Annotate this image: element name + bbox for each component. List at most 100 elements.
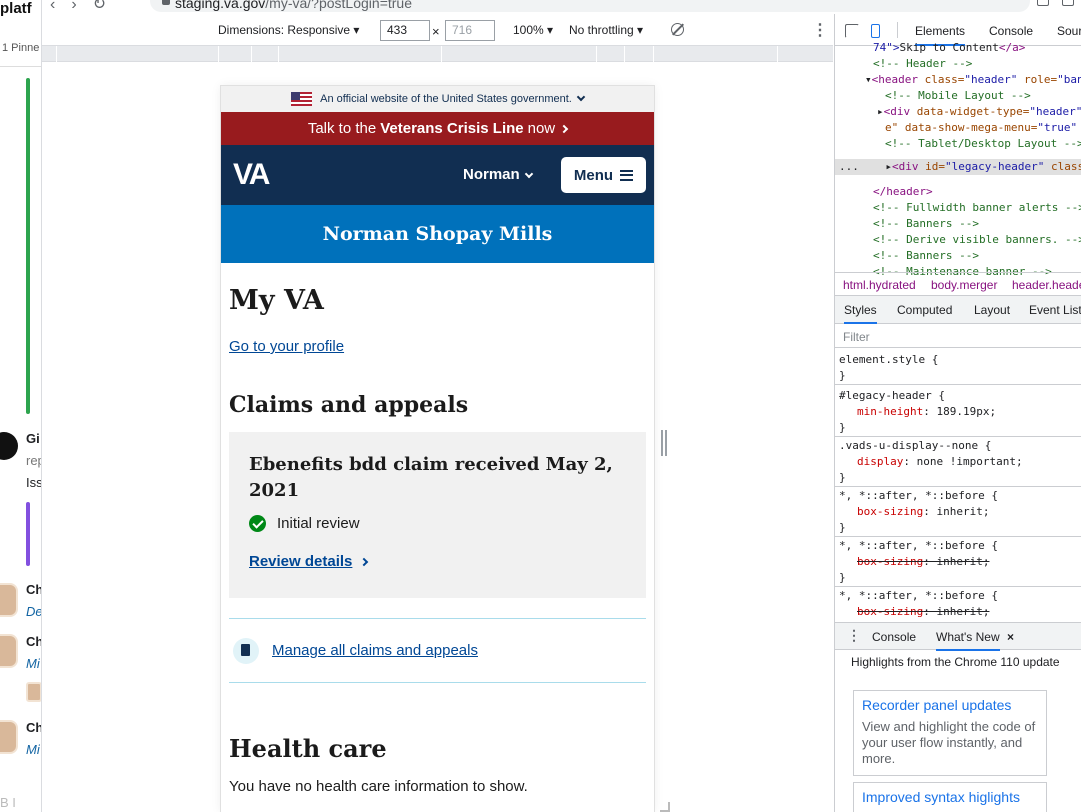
dom-comment[interactable]: <!-- Mobile Layout --> <box>885 88 1031 104</box>
va-logo[interactable]: VA <box>233 158 270 192</box>
dom-line[interactable]: ▾<header class="header" role="ban <box>865 72 1081 88</box>
crisis-text-pre: Talk to the <box>307 120 377 137</box>
chevron-right-icon <box>360 557 369 566</box>
dom-comment[interactable]: <!-- Header --> <box>873 56 972 72</box>
breadcrumb-item[interactable]: html.hydrated <box>843 278 916 292</box>
health-care-heading: Health care <box>229 734 387 763</box>
format-toolbar[interactable]: B I <box>0 795 16 810</box>
list-item-title[interactable]: Gi <box>26 431 40 446</box>
devtools-panel: Elements Console Sour 74">Skip to Conten… <box>834 14 1081 812</box>
official-gov-banner[interactable]: An official website of the United States… <box>221 86 654 112</box>
card-title[interactable]: Improved syntax higlights <box>862 789 1038 805</box>
tab-computed[interactable]: Computed <box>897 303 952 317</box>
dom-line-selected[interactable]: ... ▸<div id="legacy-header" class= <box>839 159 1081 175</box>
message-author[interactable]: Ch <box>26 582 41 597</box>
emulated-page: An official website of the United States… <box>221 86 654 812</box>
avatar[interactable] <box>0 634 18 668</box>
height-input[interactable]: 716 <box>445 20 495 41</box>
url-text[interactable]: staging.va.gov/my-va/?postLogin=true <box>175 0 412 11</box>
dom-comment[interactable]: <!-- Banners --> <box>873 216 979 232</box>
tab-event-listeners[interactable]: Event List <box>1029 303 1081 317</box>
device-toggle-icon[interactable] <box>871 24 880 38</box>
share-icon[interactable] <box>1037 0 1049 6</box>
window-icon[interactable] <box>1062 0 1074 6</box>
message-snippet[interactable]: De <box>26 604 41 619</box>
css-declaration-overridden[interactable]: box-sizing: inherit; <box>857 604 989 620</box>
claim-card: Ebenefits bdd claim received May 2, 2021… <box>229 432 646 598</box>
css-declaration[interactable]: display: none !important; <box>857 454 1023 470</box>
profile-link[interactable]: Go to your profile <box>229 338 646 355</box>
message-author[interactable]: Ch <box>26 634 41 649</box>
crisis-line-banner[interactable]: Talk to the Veterans Crisis Line now <box>221 112 654 145</box>
breadcrumb-item[interactable]: header.heade <box>1012 278 1081 292</box>
css-selector[interactable]: *, *::after, *::before { <box>839 538 998 554</box>
media-query-ruler[interactable] <box>42 46 833 62</box>
css-selector[interactable]: element.style { <box>839 352 938 368</box>
review-details-label: Review details <box>249 553 353 570</box>
pinned-label[interactable]: 1 Pinne <box>2 42 39 54</box>
styles-subtabs: Styles Computed Layout Event List <box>835 296 1081 324</box>
dom-comment[interactable]: <!-- Tablet/Desktop Layout --> <box>885 136 1081 152</box>
css-brace: } <box>839 421 846 434</box>
css-declaration-overridden[interactable]: box-sizing: inherit; <box>857 554 989 570</box>
back-icon[interactable]: ‹ <box>50 0 55 13</box>
styles-filter-input[interactable]: Filter <box>835 324 1081 348</box>
avatar[interactable] <box>0 583 18 617</box>
user-menu-button[interactable]: Norman <box>463 166 533 183</box>
page-content: My VA Go to your profile Claims and appe… <box>221 285 654 795</box>
dom-line[interactable]: ▸<div data-widget-type="header" <box>877 104 1081 120</box>
dom-comment[interactable]: <!-- Banners --> <box>873 248 979 264</box>
close-icon[interactable]: × <box>1007 630 1014 644</box>
tab-styles[interactable]: Styles <box>844 303 877 324</box>
css-brace: } <box>839 571 846 584</box>
tab-layout[interactable]: Layout <box>974 303 1010 317</box>
drawer-tab-console[interactable]: Console <box>872 630 916 644</box>
css-selector[interactable]: *, *::after, *::before { <box>839 488 998 504</box>
avatar-small[interactable] <box>26 682 41 702</box>
css-declaration[interactable]: min-height: 189.19px; <box>857 404 996 420</box>
card-title[interactable]: Recorder panel updates <box>862 697 1038 713</box>
divider <box>835 436 1081 437</box>
lock-icon[interactable] <box>162 0 170 5</box>
throttling-select[interactable]: No throttling ▾ <box>569 23 643 37</box>
drawer-menu-icon[interactable]: ⋮ <box>847 627 861 644</box>
list-item-sub2: Iss <box>26 475 42 490</box>
resize-handle-corner[interactable] <box>660 802 670 812</box>
css-declaration[interactable]: box-sizing: inherit; <box>857 504 989 520</box>
more-options-icon[interactable]: ⋮ <box>812 20 828 40</box>
dom-comment[interactable]: <!-- Fullwidth banner alerts --> <box>873 200 1081 216</box>
gov-banner-text: An official website of the United States… <box>320 93 572 105</box>
dom-line[interactable]: 74">Skip to Content</a> <box>873 40 1025 56</box>
menu-button[interactable]: Menu <box>561 157 646 193</box>
dom-comment[interactable]: <!-- Derive visible banners. --> <box>873 232 1081 248</box>
dimensions-select[interactable]: Dimensions: Responsive ▾ <box>218 23 359 37</box>
width-input[interactable]: 433 <box>380 20 430 41</box>
css-brace: } <box>839 521 846 534</box>
css-selector[interactable]: #legacy-header { <box>839 388 945 404</box>
whats-new-card[interactable]: Recorder panel updates View and highligh… <box>853 690 1047 776</box>
message-snippet[interactable]: Mi <box>26 656 40 671</box>
inspect-element-icon[interactable] <box>845 24 859 38</box>
avatar[interactable] <box>0 720 18 754</box>
zoom-select[interactable]: 100% ▾ <box>513 23 553 37</box>
css-selector[interactable]: .vads-u-display--none { <box>839 438 991 454</box>
user-name: Norman <box>463 166 520 183</box>
resize-handle-right[interactable] <box>661 430 667 456</box>
manage-claims-link[interactable]: Manage all claims and appeals <box>272 642 478 659</box>
css-selector[interactable]: *, *::after, *::before { <box>839 588 998 604</box>
tab-sources[interactable]: Sour <box>1057 24 1081 38</box>
drawer-tab-whats-new[interactable]: What's New <box>936 630 1000 651</box>
review-details-link[interactable]: Review details <box>249 553 369 570</box>
breadcrumb-item[interactable]: body.merger <box>931 278 997 292</box>
message-author[interactable]: Ch <box>26 720 41 735</box>
dom-line[interactable]: </header> <box>873 184 933 200</box>
rotate-icon[interactable] <box>671 23 684 36</box>
divider <box>835 486 1081 487</box>
tab-console[interactable]: Console <box>989 24 1033 38</box>
reload-icon[interactable]: ↻ <box>93 0 106 13</box>
message-snippet[interactable]: Mi <box>26 742 40 757</box>
whats-new-card[interactable]: Improved syntax higlights <box>853 782 1047 812</box>
menu-label: Menu <box>573 166 614 184</box>
forward-icon[interactable]: › <box>71 0 76 13</box>
dom-line[interactable]: e" data-show-mega-menu="true" <box>885 120 1077 136</box>
